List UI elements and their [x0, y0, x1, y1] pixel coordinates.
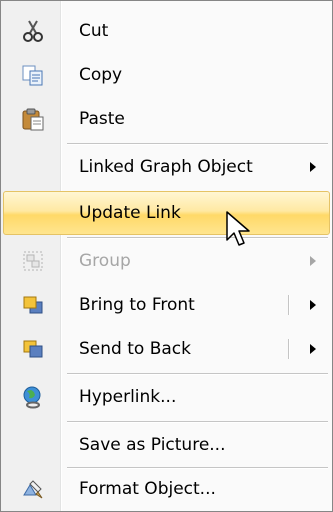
menu-item-bring-to-front[interactable]: Bring to Front: [3, 283, 330, 327]
submenu-arrow-icon: [310, 256, 316, 266]
menu-item-label: Hyperlink...: [79, 387, 177, 407]
menu-item-cut[interactable]: Cut: [3, 9, 330, 53]
context-menu: Cut Copy Paste Linked Graph Object Updat…: [0, 0, 333, 512]
split-divider: [288, 295, 290, 315]
menu-item-label: Paste: [79, 109, 125, 129]
mouse-pointer-icon: [226, 211, 250, 246]
menu-item-linked-graph-object[interactable]: Linked Graph Object: [3, 145, 330, 189]
hyperlink-globe-icon: [21, 385, 45, 409]
copy-icon: [21, 63, 45, 87]
menu-item-label: Linked Graph Object: [79, 157, 253, 177]
group-icon: [21, 249, 45, 273]
menu-item-paste[interactable]: Paste: [3, 97, 330, 141]
menu-item-save-as-picture[interactable]: Save as Picture...: [3, 423, 330, 467]
format-object-icon: [21, 477, 45, 501]
submenu-arrow-icon[interactable]: [310, 344, 316, 354]
menu-item-copy[interactable]: Copy: [3, 53, 330, 97]
menu-item-send-to-back[interactable]: Send to Back: [3, 327, 330, 371]
menu-item-label: Save as Picture...: [79, 435, 226, 455]
menu-item-label: Send to Back: [79, 339, 191, 359]
menu-item-format-object[interactable]: Format Object...: [3, 467, 330, 511]
menu-item-label: Cut: [79, 21, 109, 41]
menu-item-update-link[interactable]: Update Link: [3, 191, 330, 235]
menu-item-group: Group: [3, 239, 330, 283]
scissors-icon: [21, 19, 45, 43]
send-to-back-icon: [21, 337, 45, 361]
menu-item-label: Group: [79, 251, 131, 271]
menu-item-hyperlink[interactable]: Hyperlink...: [3, 375, 330, 419]
submenu-arrow-icon[interactable]: [310, 300, 316, 310]
bring-to-front-icon: [21, 293, 45, 317]
paste-icon: [21, 107, 45, 131]
menu-item-label: Format Object...: [79, 479, 216, 499]
menu-item-label: Update Link: [79, 203, 181, 223]
menu-item-label: Copy: [79, 65, 123, 85]
menu-item-label: Bring to Front: [79, 295, 195, 315]
split-divider: [288, 339, 290, 359]
submenu-arrow-icon: [310, 162, 316, 172]
